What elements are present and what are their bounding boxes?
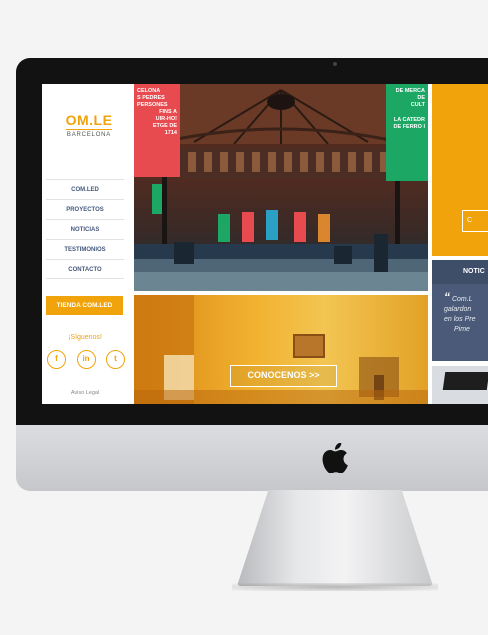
banner-right-line: DE MERCA <box>395 88 425 94</box>
hero-image: CELONA S PEDRES PERSONES FINS A UIR-HO! … <box>134 84 428 291</box>
legal-link[interactable]: Aviso Legal <box>42 390 128 396</box>
right-promo-panel: C <box>432 84 488 256</box>
shop-button[interactable]: TIENDA COM.LED <box>46 296 123 315</box>
sidebar: OM.LE BARCELONA COM.LED PROYECTOS NOTICI… <box>42 84 134 404</box>
banner-left-line: CELONA <box>137 88 161 94</box>
laptop-image <box>442 372 488 390</box>
logo-subtext: BARCELONA <box>66 129 112 138</box>
apple-logo-icon <box>322 443 348 473</box>
banner-left-line: FINS A <box>159 109 177 115</box>
showroom-illustration <box>134 295 428 404</box>
imac-chin <box>16 425 488 491</box>
banner-left-line: ETGE DE <box>152 123 177 129</box>
nav-item-contacto[interactable]: CONTACTO <box>46 259 124 279</box>
banner-right-line: DE FERRO I <box>393 124 425 130</box>
conocenos-button[interactable]: CONOCENOS >> <box>230 365 337 387</box>
promo-outline-button[interactable]: C <box>462 210 488 232</box>
nav-item-proyectos[interactable]: PROYECTOS <box>46 199 124 219</box>
nav-item-testimonios[interactable]: TESTIMONIOS <box>46 239 124 259</box>
follow-label: ¡Síguenos! <box>68 334 102 341</box>
showroom-image: CONOCENOS >> <box>134 295 428 404</box>
quote-icon: “ <box>444 290 450 304</box>
right-bottom-image <box>432 366 488 404</box>
banner-left-line: PERSONES <box>137 102 168 108</box>
linkedin-icon[interactable]: in <box>76 350 96 369</box>
banner-right-line: CULT <box>410 102 425 108</box>
quote-line: en los Pre <box>444 316 476 323</box>
banner-left-line: 1714 <box>164 130 177 136</box>
quote-line: Com.L <box>451 296 473 303</box>
twitter-icon[interactable]: t <box>106 350 125 369</box>
banner-right-line: LA CATEDR <box>393 117 425 123</box>
hero-banner-left: CELONA S PEDRES PERSONES FINS A UIR-HO! … <box>134 84 180 177</box>
news-quote[interactable]: “ Com.L galardon en los Pre Pime <box>444 290 488 335</box>
social-links: f in t <box>47 350 125 369</box>
banner-left-line: UIR-HO! <box>155 116 177 122</box>
camera-dot <box>333 62 337 66</box>
nav-item-noticias[interactable]: NOTICIAS <box>46 219 124 239</box>
hero-banner-right: DE MERCA DE CULT LA CATEDR DE FERRO I <box>386 84 428 181</box>
site-logo[interactable]: OM.LE BARCELONA <box>54 112 124 138</box>
imac-stand <box>237 490 433 586</box>
news-title: NOTIC <box>463 268 485 275</box>
stand-shadow <box>232 583 438 591</box>
logo-text: OM.LE <box>65 112 113 128</box>
screen: OM.LE BARCELONA COM.LED PROYECTOS NOTICI… <box>42 84 488 404</box>
main-nav: COM.LED PROYECTOS NOTICIAS TESTIMONIOS C… <box>46 179 124 279</box>
news-panel: NOTIC “ Com.L galardon en los Pre Pime <box>432 260 488 361</box>
banner-left-line: S PEDRES <box>137 95 165 101</box>
facebook-icon[interactable]: f <box>47 350 66 369</box>
nav-item-comled[interactable]: COM.LED <box>46 179 124 199</box>
quote-line: Pime <box>454 326 470 333</box>
banner-right-line: DE <box>417 95 425 101</box>
quote-line: galardon <box>444 306 472 313</box>
